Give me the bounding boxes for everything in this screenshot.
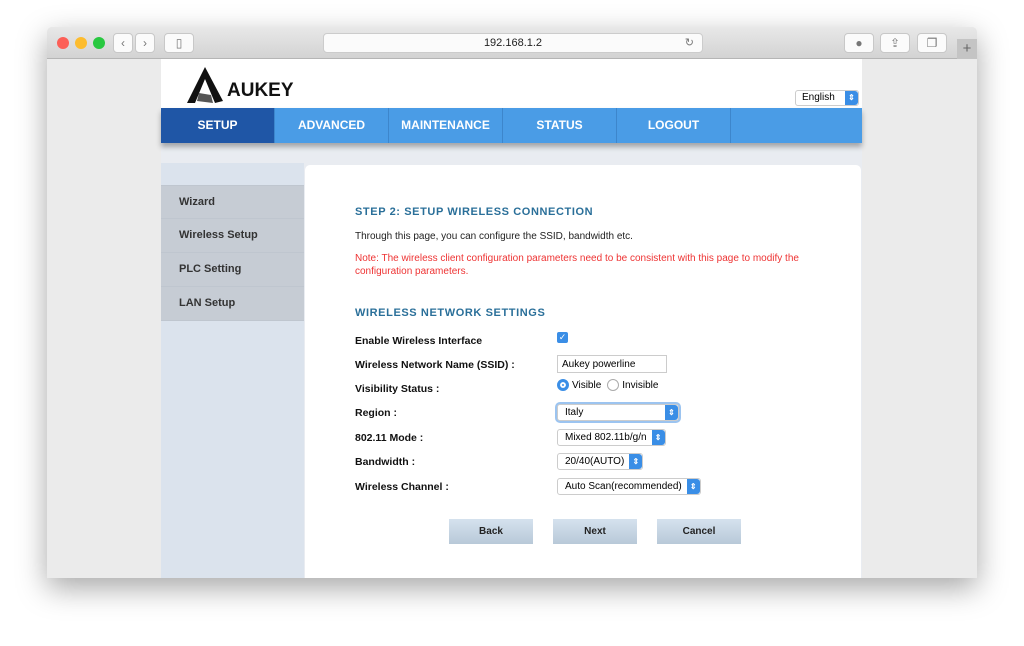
mode-value: Mixed 802.11b/g/n xyxy=(565,432,647,443)
visibility-radio-group: Visible Invisible xyxy=(557,379,658,391)
next-button[interactable]: Next xyxy=(553,519,637,544)
reload-icon[interactable]: ↻ xyxy=(685,34,694,52)
mode-label: 802.11 Mode : xyxy=(355,432,424,444)
enable-wireless-checkbox[interactable]: ✓ xyxy=(557,332,568,343)
page-header: AUKEY English ⇕ xyxy=(161,59,862,108)
zoom-window-button[interactable] xyxy=(93,37,105,49)
cancel-button[interactable]: Cancel xyxy=(657,519,741,544)
channel-value: Auto Scan(recommended) xyxy=(565,481,682,492)
nav-status[interactable]: STATUS xyxy=(503,108,617,143)
sidebar-toggle-icon[interactable]: ▯ xyxy=(164,33,194,53)
channel-select[interactable]: Auto Scan(recommended) ⇕ xyxy=(557,478,701,495)
downloads-icon[interactable]: ● xyxy=(844,33,874,53)
enable-wireless-label: Enable Wireless Interface xyxy=(355,335,483,347)
language-value: English xyxy=(802,92,835,103)
nav-advanced[interactable]: ADVANCED xyxy=(275,108,389,143)
select-arrows-icon: ⇕ xyxy=(629,454,643,469)
back-nav-icon[interactable]: ‹ xyxy=(113,33,133,53)
step-title: STEP 2: SETUP WIRELESS CONNECTION xyxy=(355,206,594,218)
sidebar-item-plc-setting[interactable]: PLC Setting xyxy=(161,253,304,287)
visibility-label: Visibility Status : xyxy=(355,383,440,395)
ssid-label: Wireless Network Name (SSID) : xyxy=(355,359,515,371)
bandwidth-label: Bandwidth : xyxy=(355,456,416,468)
browser-toolbar: ‹ › ▯ 192.168.1.2 ↻ ● ⇪ ❐ + xyxy=(47,27,977,59)
intro-text: Through this page, you can configure the… xyxy=(355,231,633,242)
select-arrows-icon: ⇕ xyxy=(845,91,858,105)
aukey-logo: AUKEY xyxy=(185,65,294,105)
new-tab-icon[interactable]: + xyxy=(957,39,977,59)
region-label: Region : xyxy=(355,407,397,419)
forward-nav-icon[interactable]: › xyxy=(135,33,155,53)
select-arrows-icon: ⇕ xyxy=(686,479,700,494)
close-window-button[interactable] xyxy=(57,37,69,49)
ssid-input[interactable] xyxy=(557,355,667,373)
bandwidth-select[interactable]: 20/40(AUTO) ⇕ xyxy=(557,453,644,470)
language-select[interactable]: English ⇕ xyxy=(795,90,859,106)
invisible-radio[interactable] xyxy=(607,379,620,391)
bandwidth-value: 20/40(AUTO) xyxy=(565,456,625,467)
share-icon[interactable]: ⇪ xyxy=(880,33,910,53)
region-select[interactable]: Italy ⇕ xyxy=(557,404,679,421)
back-button[interactable]: Back xyxy=(449,519,533,544)
address-bar[interactable]: 192.168.1.2 ↻ xyxy=(323,33,703,53)
minimize-window-button[interactable] xyxy=(75,37,87,49)
sidebar-item-lan-setup[interactable]: LAN Setup xyxy=(161,287,304,321)
section-title: WIRELESS NETWORK SETTINGS xyxy=(355,307,546,319)
nav-logout[interactable]: LOGOUT xyxy=(617,108,731,143)
main-panel: STEP 2: SETUP WIRELESS CONNECTION Throug… xyxy=(305,165,861,578)
note-text: Note: The wireless client configuration … xyxy=(355,253,799,277)
sidebar: Wizard Wireless Setup PLC Setting LAN Se… xyxy=(161,163,304,578)
select-arrows-icon: ⇕ xyxy=(665,405,678,420)
url-text: 192.168.1.2 xyxy=(483,37,543,49)
logo-text: AUKEY xyxy=(227,80,294,101)
visible-radio[interactable] xyxy=(557,379,569,391)
main-nav: SETUP ADVANCED MAINTENANCE STATUS LOGOUT xyxy=(161,108,862,143)
router-page: AUKEY English ⇕ SETUP ADVANCED MAINTENANC… xyxy=(161,59,862,578)
sidebar-item-wireless-setup[interactable]: Wireless Setup xyxy=(161,219,304,253)
browser-window: ‹ › ▯ 192.168.1.2 ↻ ● ⇪ ❐ + AUKEY English… xyxy=(47,27,977,578)
visible-label: Visible xyxy=(572,379,602,391)
sidebar-item-wizard[interactable]: Wizard xyxy=(161,185,304,219)
nav-maintenance[interactable]: MAINTENANCE xyxy=(389,108,503,143)
nav-setup[interactable]: SETUP xyxy=(161,108,275,143)
invisible-label: Invisible xyxy=(622,379,659,391)
select-arrows-icon: ⇕ xyxy=(651,430,665,445)
mode-select[interactable]: Mixed 802.11b/g/n ⇕ xyxy=(557,429,666,446)
aukey-logo-icon xyxy=(187,67,223,103)
region-value: Italy xyxy=(565,407,584,418)
tabs-icon[interactable]: ❐ xyxy=(917,33,947,53)
channel-label: Wireless Channel : xyxy=(355,481,449,493)
